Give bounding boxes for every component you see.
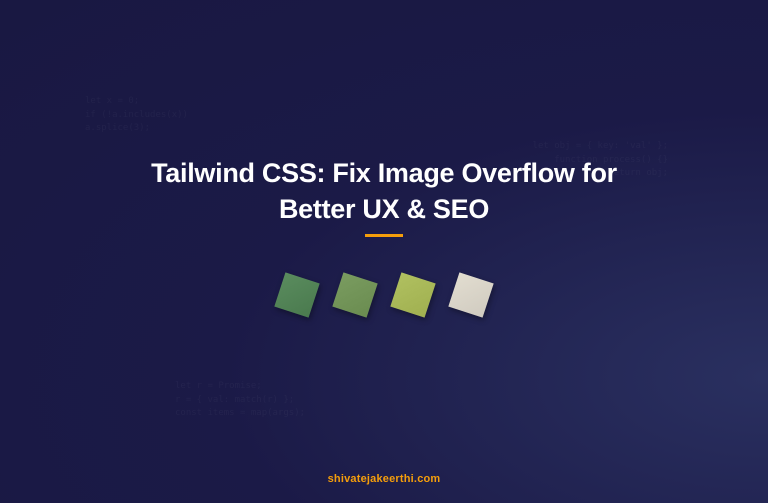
tile-row: [0, 277, 768, 313]
color-tile-4: [448, 272, 493, 317]
color-tile-2: [332, 272, 377, 317]
color-tile-3: [390, 272, 435, 317]
page-title: Tailwind CSS: Fix Image Overflow for Bet…: [0, 155, 768, 228]
decorative-code-3: let r = Promise; r = { val: match(r) }; …: [175, 380, 305, 421]
color-tile-1: [274, 272, 319, 317]
decorative-code-1: let x = 0; if (!a.includes(x)) a.splice(…: [85, 95, 188, 136]
title-underline: [365, 234, 403, 237]
footer-domain: shivatejakeerthi.com: [328, 473, 441, 485]
main-content: Tailwind CSS: Fix Image Overflow for Bet…: [0, 155, 768, 313]
